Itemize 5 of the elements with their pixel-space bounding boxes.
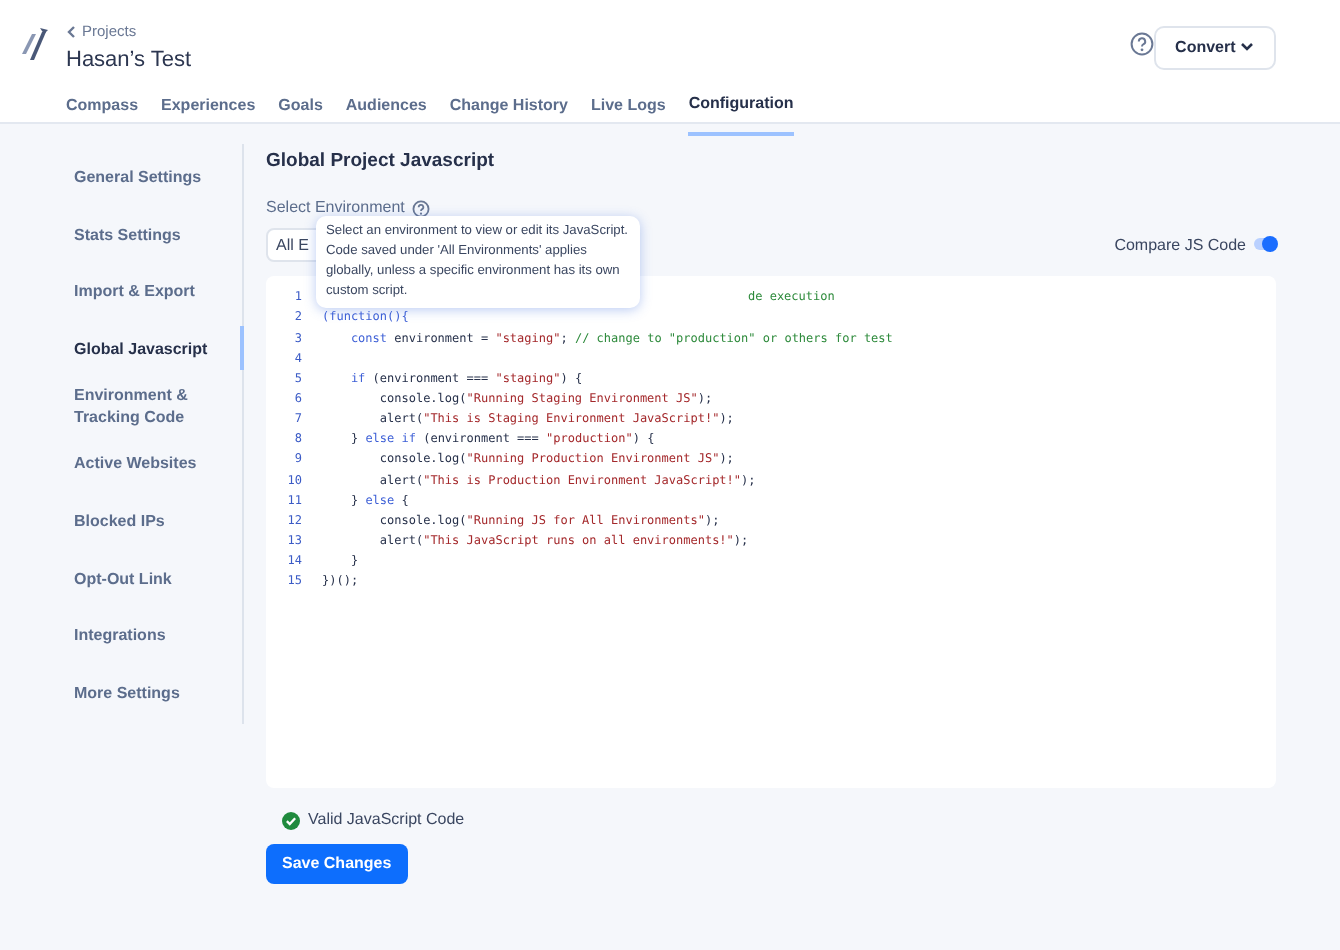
toggle-label: Compare JS Code [1114,233,1246,258]
project-title: Hasan’s Test [66,46,192,76]
section-title: Global Project Javascript [266,148,497,176]
validation-message: Valid JavaScript Code [308,808,465,833]
field-label: Select Environment [266,196,405,221]
